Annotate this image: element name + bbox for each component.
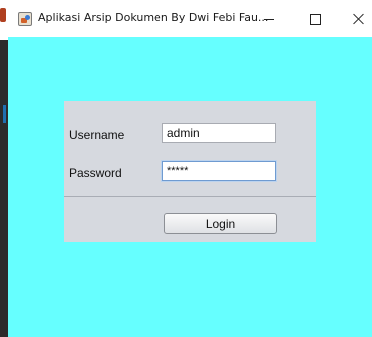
password-field[interactable]: ***** [162,161,276,181]
background-app-icon [0,8,6,22]
login-window: Aplikasi Arsip Dokumen By Dwi Febi Fau..… [8,0,372,337]
close-icon [353,13,365,25]
login-panel: Username admin Password ***** Login [64,101,316,242]
minimize-button[interactable] [254,5,284,33]
background-accent [3,105,6,123]
java-app-icon [18,12,32,26]
form-divider [64,196,316,197]
close-button[interactable] [344,5,372,33]
username-field[interactable]: admin [162,123,276,143]
background-panel [0,40,8,337]
password-label: Password [69,166,122,180]
maximize-icon [309,13,321,25]
login-button[interactable]: Login [164,213,277,234]
background-window-edge [0,0,8,337]
username-label: Username [69,128,125,142]
maximize-button[interactable] [300,5,330,33]
window-title: Aplikasi Arsip Dokumen By Dwi Febi Fau..… [38,11,269,24]
title-bar[interactable]: Aplikasi Arsip Dokumen By Dwi Febi Fau..… [8,0,372,37]
minimize-icon [264,18,274,20]
content-area: Username admin Password ***** Login [8,37,372,337]
